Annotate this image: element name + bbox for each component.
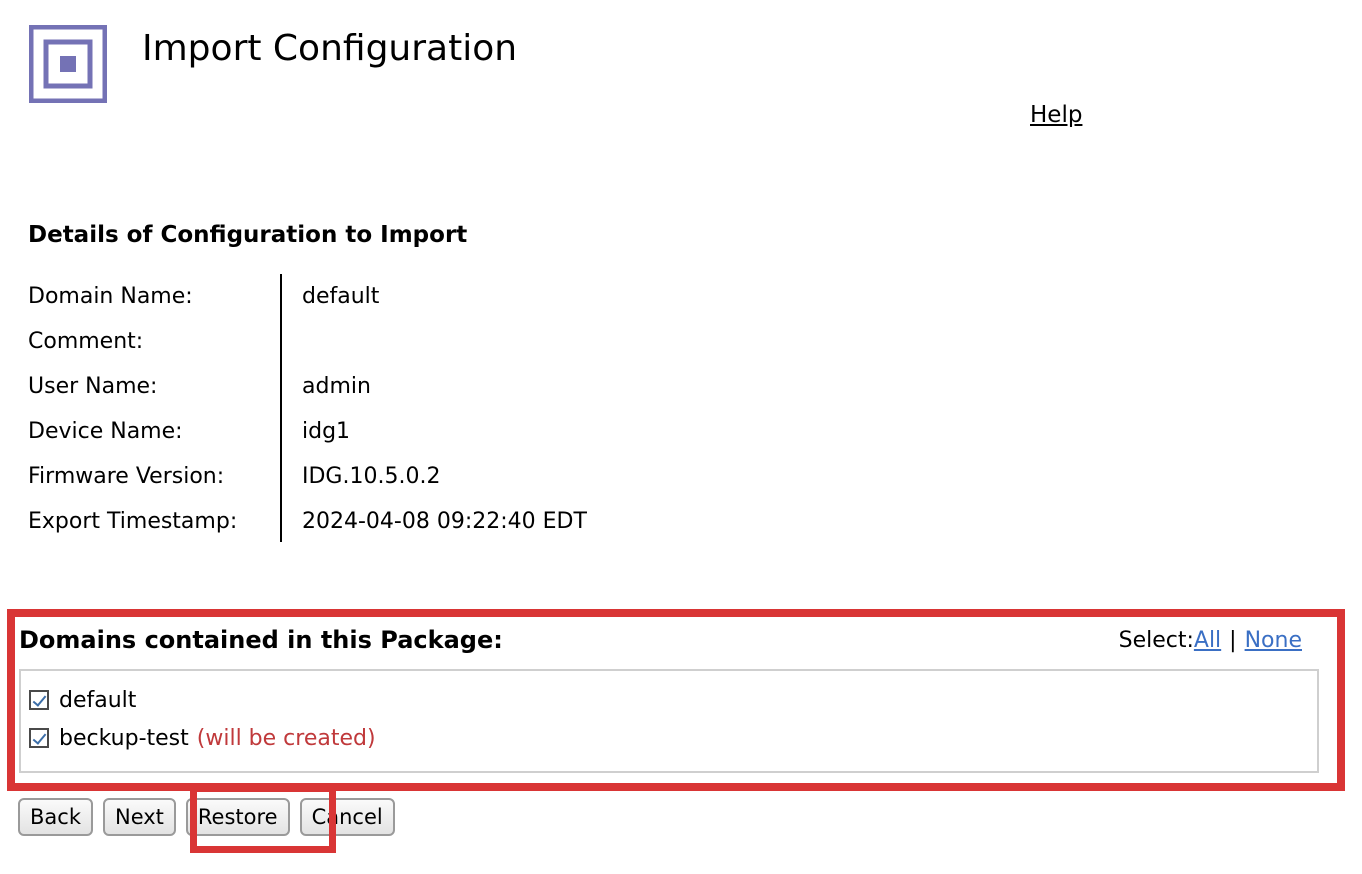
select-none-link[interactable]: None [1245,628,1302,653]
select-separator: | [1229,628,1237,653]
logo-icon [29,25,107,103]
domain-item-default: default [21,681,1317,719]
will-be-created-note: (will be created) [196,725,376,751]
domain-checkbox-beckup-test[interactable] [29,728,49,748]
back-button[interactable]: Back [18,798,93,836]
details-table: Domain Name: default Comment: User Name:… [28,274,728,544]
detail-value: 2024-04-08 09:22:40 EDT [302,509,587,534]
detail-label: User Name: [28,374,158,399]
detail-row-export-timestamp: Export Timestamp: 2024-04-08 09:22:40 ED… [28,499,728,544]
select-all-link[interactable]: All [1194,628,1221,653]
wizard-buttons: Back Next Restore Cancel [18,798,405,836]
detail-row-domain-name: Domain Name: default [28,274,728,319]
detail-row-user-name: User Name: admin [28,364,728,409]
detail-label: Export Timestamp: [28,509,238,534]
select-controls: Select:All | None [1119,627,1302,655]
domains-heading: Domains contained in this Package: [19,626,503,654]
next-button[interactable]: Next [102,798,176,836]
detail-value: default [302,284,380,309]
detail-label: Firmware Version: [28,464,225,489]
help-link[interactable]: Help [1030,101,1082,129]
detail-label: Domain Name: [28,284,193,309]
details-divider [280,274,282,542]
details-heading: Details of Configuration to Import [28,222,468,248]
domain-label: default [59,687,137,713]
detail-row-device-name: Device Name: idg1 [28,409,728,454]
page-title: Import Configuration [142,28,518,69]
domain-label: beckup-test [59,725,189,751]
domain-checkbox-default[interactable] [29,690,49,710]
domains-list: default beckup-test (will be created) [19,669,1319,773]
select-label: Select: [1118,628,1194,653]
cancel-button[interactable]: Cancel [299,798,395,836]
detail-row-firmware-version: Firmware Version: IDG.10.5.0.2 [28,454,728,499]
detail-row-comment: Comment: [28,319,728,364]
detail-label: Comment: [28,329,144,354]
restore-button[interactable]: Restore [185,798,290,836]
detail-value: idg1 [302,419,351,444]
detail-label: Device Name: [28,419,183,444]
domains-panel: Domains contained in this Package: Selec… [7,609,1345,791]
detail-value: IDG.10.5.0.2 [302,464,441,489]
detail-value: admin [302,374,371,399]
domain-item-beckup-test: beckup-test (will be created) [21,719,1317,757]
